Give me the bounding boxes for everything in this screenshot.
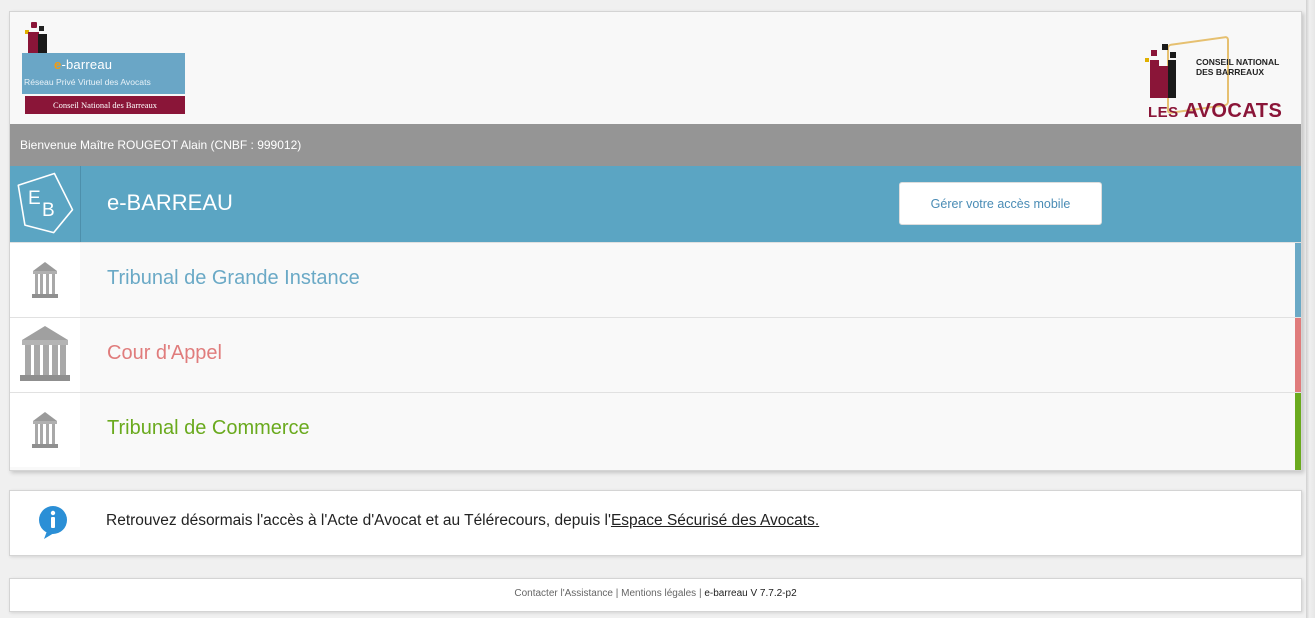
manage-mobile-access-button[interactable]: Gérer votre accès mobile bbox=[899, 182, 1102, 225]
window-edge bbox=[1306, 0, 1315, 618]
court-label[interactable]: Tribunal de Commerce bbox=[107, 417, 310, 440]
header: e-barreau Réseau Privé Virtuel des Avoca… bbox=[10, 12, 1301, 124]
ebarreau-logo[interactable]: e-barreau Réseau Privé Virtuel des Avoca… bbox=[22, 22, 185, 117]
eb-icon: E B bbox=[10, 166, 81, 242]
court-color-bar bbox=[1295, 243, 1301, 317]
legal-notices-link[interactable]: Mentions légales bbox=[621, 588, 696, 599]
cnb-label: Conseil National des Barreaux bbox=[25, 96, 185, 114]
lawyer-figure-icon bbox=[1150, 60, 1159, 98]
svg-text:B: B bbox=[42, 200, 55, 221]
cnb-logo[interactable]: CONSEIL NATIONAL DES BARREAUX LES AVOCAT… bbox=[1145, 35, 1295, 122]
espace-securise-link[interactable]: Espace Sécurisé des Avocats. bbox=[611, 512, 819, 529]
les-avocats-text: LES AVOCATS bbox=[1148, 100, 1283, 122]
section-title: e-BARREAU bbox=[107, 190, 233, 215]
court-color-bar bbox=[1295, 318, 1301, 392]
court-label[interactable]: Tribunal de Grande Instance bbox=[107, 267, 360, 290]
courthouse-icon bbox=[10, 318, 80, 392]
court-label[interactable]: Cour d'Appel bbox=[107, 342, 222, 365]
court-row-commerce[interactable]: Tribunal de Commerce bbox=[10, 392, 1301, 470]
contact-assistance-link[interactable]: Contacter l'Assistance bbox=[514, 588, 613, 599]
court-color-bar bbox=[1295, 393, 1301, 470]
info-panel: Retrouvez désormais l'accès à l'Acte d'A… bbox=[9, 490, 1302, 556]
ebarreau-subtitle: Réseau Privé Virtuel des Avocats bbox=[24, 77, 151, 87]
ebarreau-brand: e-barreau bbox=[54, 57, 113, 72]
version-text: e-barreau V 7.7.2-p2 bbox=[704, 588, 797, 599]
main-panel: e-barreau Réseau Privé Virtuel des Avoca… bbox=[9, 11, 1302, 471]
ebarreau-banner: e-barreau Réseau Privé Virtuel des Avoca… bbox=[22, 53, 185, 94]
footer: Contacter l'Assistance | Mentions légale… bbox=[9, 578, 1302, 612]
court-row-appel[interactable]: Cour d'Appel bbox=[10, 317, 1301, 392]
court-row-tgi[interactable]: Tribunal de Grande Instance bbox=[10, 242, 1301, 317]
ebarreau-section-header: E B e-BARREAU Gérer votre accès mobile bbox=[10, 166, 1301, 242]
welcome-bar: Bienvenue Maître ROUGEOT Alain (CNBF : 9… bbox=[10, 124, 1301, 166]
courthouse-icon bbox=[10, 393, 80, 467]
svg-text:E: E bbox=[28, 188, 41, 209]
cnb-title: CONSEIL NATIONAL DES BARREAUX bbox=[1196, 57, 1280, 77]
info-message: Retrouvez désormais l'accès à l'Acte d'A… bbox=[106, 512, 820, 529]
info-icon bbox=[39, 506, 67, 539]
courthouse-icon bbox=[10, 243, 80, 317]
